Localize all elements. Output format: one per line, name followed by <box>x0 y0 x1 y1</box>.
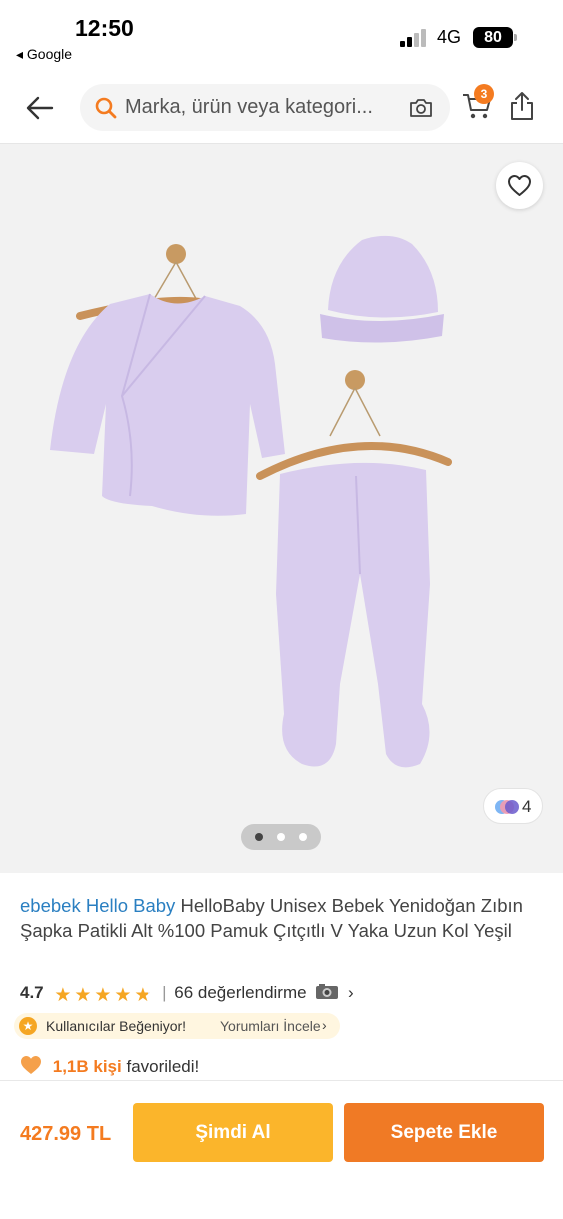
product-image-gallery[interactable]: 4 <box>0 143 563 873</box>
signal-icon <box>400 29 430 47</box>
color-variants-button[interactable]: 4 <box>483 788 543 824</box>
star-badge-icon: ★ <box>19 1017 37 1035</box>
favorites-count: 1,1B kişi <box>52 1057 122 1076</box>
back-arrow-icon[interactable] <box>22 90 58 126</box>
color-variants-count: 4 <box>522 797 532 816</box>
chevron-right-icon: › <box>322 1017 327 1033</box>
search-icon <box>94 96 118 120</box>
price: 427.99 TL <box>20 1123 112 1145</box>
bottom-purchase-bar: 427.99 TL Şimdi Al Sepete Ekle <box>0 1080 563 1219</box>
pager-dot <box>277 833 285 841</box>
search-placeholder: Marka, ürün veya kategori... <box>125 96 373 118</box>
users-like-badge[interactable]: ★ Kullanıcılar Beğeniyor! Yorumları İnce… <box>14 1013 340 1039</box>
battery-icon: 80 <box>473 27 513 48</box>
favorites-suffix: favoriledi! <box>126 1057 200 1076</box>
favorites-row: 1,1B kişi favoriledi! <box>20 1055 199 1077</box>
rating-stars: ★ ★ ★ ★ ★ <box>54 984 154 1007</box>
reviews-separator: | <box>162 983 167 1002</box>
liked-badge-text: Kullanıcılar Beğeniyor! <box>46 1018 187 1034</box>
brand-link[interactable]: ebebek Hello Baby <box>20 895 175 916</box>
rating-row[interactable]: 4.7 ★ ★ ★ ★ ★ | 66 değerlendirme › <box>20 983 354 1007</box>
top-header: Marka, ürün veya kategori... 3 <box>0 76 563 140</box>
back-to-app-link[interactable]: ◂ Google <box>16 46 72 63</box>
product-image <box>50 235 452 768</box>
star-half-icon: ★ <box>134 984 154 1007</box>
search-input[interactable]: Marka, ürün veya kategori... <box>80 84 450 131</box>
favorite-button[interactable] <box>496 162 543 209</box>
camera-search-icon[interactable] <box>408 95 434 121</box>
image-pager[interactable] <box>241 824 321 850</box>
pager-dot-active <box>255 833 263 841</box>
star-icon: ★ <box>74 985 92 1006</box>
pager-dot <box>299 833 307 841</box>
buy-now-button[interactable]: Şimdi Al <box>133 1103 333 1162</box>
share-icon[interactable] <box>508 90 536 122</box>
photo-reviews-camera-icon <box>316 984 339 999</box>
chevron-right-icon: › <box>348 983 354 1002</box>
view-reviews-link[interactable]: Yorumları İncele <box>220 1018 321 1034</box>
status-bar: 12:50 ◂ Google 4G 80 <box>0 0 563 70</box>
battery-tip <box>514 34 517 41</box>
orange-heart-icon <box>21 1056 41 1074</box>
star-icon: ★ <box>114 985 132 1006</box>
reviews-count[interactable]: 66 değerlendirme <box>174 983 306 1002</box>
status-time: 12:50 <box>75 15 134 41</box>
heart-outline-icon <box>508 175 531 196</box>
star-icon: ★ <box>94 985 112 1006</box>
network-type: 4G <box>437 27 462 47</box>
star-icon: ★ <box>54 985 72 1006</box>
rating-value: 4.7 <box>20 983 44 1002</box>
cart-count-badge: 3 <box>474 84 494 104</box>
product-title: ebebek Hello Baby HelloBaby Unisex Bebek… <box>20 893 545 943</box>
add-to-cart-button[interactable]: Sepete Ekle <box>344 1103 544 1162</box>
color-palette-icon <box>495 800 519 814</box>
